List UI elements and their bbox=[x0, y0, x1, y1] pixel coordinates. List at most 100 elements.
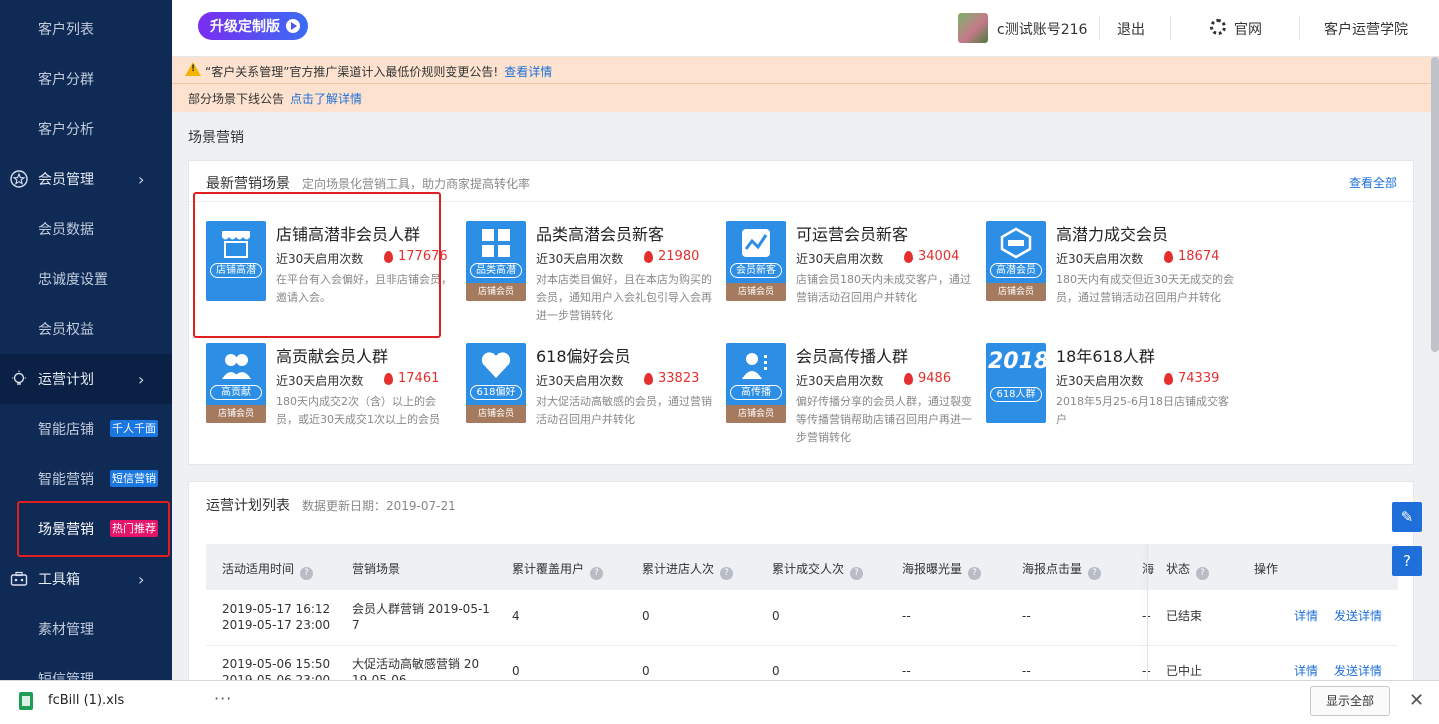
usage-label: 近30天启用次数 bbox=[1056, 252, 1144, 266]
fire-icon bbox=[1164, 373, 1173, 385]
sidebar-group-toolbox[interactable]: 工具箱 › bbox=[0, 554, 172, 604]
update-date: 数据更新日期：2019-07-21 bbox=[302, 499, 456, 513]
download-filename[interactable]: fcBill (1).xls bbox=[48, 693, 124, 708]
scene-tag: 618人群 bbox=[990, 387, 1042, 402]
column-header: 海 bbox=[1142, 562, 1155, 576]
logout-link[interactable]: 退出 bbox=[1117, 19, 1145, 39]
share-person-icon bbox=[742, 353, 767, 379]
sidebar-item-sms-management[interactable]: 短信管理 bbox=[0, 654, 172, 680]
fire-icon bbox=[644, 373, 653, 385]
sidebar-item-loyalty-settings[interactable]: 忠诚度设置 bbox=[0, 254, 172, 304]
row-visit: 0 bbox=[642, 609, 650, 623]
help-icon[interactable]: ? bbox=[1392, 546, 1422, 576]
help-icon[interactable]: ? bbox=[850, 567, 864, 580]
scene-tag: 618偏好 bbox=[470, 385, 522, 400]
avatar[interactable] bbox=[958, 13, 988, 43]
fire-icon bbox=[384, 373, 393, 385]
scene-tag: 高潜会员 bbox=[990, 263, 1042, 278]
scene-description: 180天内成交2次（含）以上的会员，或近30天成交1次以上的会员 bbox=[276, 395, 440, 426]
highlight-box bbox=[17, 501, 170, 557]
notice-text: “客户关系管理”官方推广渠道计入最低价规则变更公告! bbox=[205, 65, 499, 79]
scene-card[interactable]: 高潜会员 店铺会员 高潜力成交会员 近30天启用次数 18674 180天内有成交但近30… bbox=[986, 221, 1236, 331]
scene-card[interactable]: 品类高潜 店铺会员 品类高潜会员新客 近30天启用次数 21980 对本店类目偏好，且在本… bbox=[466, 221, 716, 331]
close-icon[interactable]: ✕ bbox=[1409, 690, 1424, 711]
sidebar-item-label: 客户分析 bbox=[38, 122, 94, 138]
notice-bar: 部分场景下线公告 点击了解详情 bbox=[172, 84, 1439, 112]
scene-card[interactable]: 高贡献 店铺会员 高贡献会员人群 近30天启用次数 17461 180天内成交2次（含）以… bbox=[206, 343, 456, 453]
fire-icon bbox=[1164, 251, 1173, 263]
scene-card[interactable]: 618偏好 店铺会员 618偏好会员 近30天启用次数 33823 对大促活动高敏感的会员… bbox=[466, 343, 716, 453]
sidebar-item-smart-store[interactable]: 智能店铺 千人千面 bbox=[0, 404, 172, 454]
edit-icon[interactable]: ✎ bbox=[1392, 502, 1422, 532]
upgrade-button[interactable]: 升级定制版 bbox=[198, 12, 308, 40]
year-2018-icon: 2018 618人群 bbox=[986, 343, 1046, 423]
sidebar-item-label: 会员权益 bbox=[38, 322, 94, 338]
usage-count: 33823 bbox=[658, 371, 700, 386]
sidebar-item-customer-analysis[interactable]: 客户分析 bbox=[0, 104, 172, 154]
scene-name: 18年618人群 bbox=[1056, 347, 1155, 366]
sidebar-group-operation-plan[interactable]: 运营计划 › bbox=[0, 354, 172, 404]
column-header: 海报曝光量? bbox=[902, 560, 982, 580]
sidebar-item-customer-list[interactable]: 客户列表 bbox=[0, 4, 172, 54]
help-icon[interactable]: ? bbox=[1196, 567, 1210, 580]
usage-count: 9486 bbox=[918, 371, 952, 386]
help-icon[interactable]: ? bbox=[968, 567, 982, 580]
notice-detail-link[interactable]: 查看详情 bbox=[504, 65, 552, 79]
detail-link[interactable]: 详情 bbox=[1294, 608, 1318, 624]
row-clicks: -- bbox=[1022, 664, 1031, 678]
help-icon[interactable]: ? bbox=[300, 567, 314, 580]
usage-count: 34004 bbox=[918, 249, 960, 264]
category-grid-icon: 品类高潜 店铺会员 bbox=[466, 221, 526, 301]
card-title: 运营计划列表 bbox=[206, 498, 290, 514]
sidebar-item-member-benefits[interactable]: 会员权益 bbox=[0, 304, 172, 354]
row-visit: 0 bbox=[642, 664, 650, 678]
sidebar-item-member-data[interactable]: 会员数据 bbox=[0, 204, 172, 254]
table-header: 活动适用时间? 营销场景 累计覆盖用户? 累计进店人次? 累计成交人次? 海报曝… bbox=[206, 544, 1398, 590]
sidebar-item-label: 短信管理 bbox=[38, 672, 94, 680]
divider bbox=[1099, 16, 1100, 40]
file-icon bbox=[19, 692, 33, 710]
sidebar-item-label: 会员数据 bbox=[38, 222, 94, 238]
account-name[interactable]: c测试账号216 bbox=[997, 19, 1087, 39]
sidebar-item-label: 客户分群 bbox=[38, 72, 94, 88]
scene-foot-label: 店铺会员 bbox=[726, 283, 786, 301]
scene-card[interactable]: 会员新客 店铺会员 可运营会员新客 近30天启用次数 34004 店铺会员180天内未成交… bbox=[726, 221, 976, 331]
row-clicks: -- bbox=[1022, 609, 1031, 623]
show-all-button[interactable]: 显示全部 bbox=[1310, 686, 1390, 716]
send-detail-link[interactable]: 发送详情 bbox=[1334, 608, 1382, 624]
card-subtitle: 定向场景化营销工具，助力商家提高转化率 bbox=[302, 177, 531, 191]
sidebar-group-member-management[interactable]: 会员管理 › bbox=[0, 154, 172, 204]
notice-text: 部分场景下线公告 bbox=[188, 92, 285, 106]
academy-link[interactable]: 客户运营学院 bbox=[1324, 19, 1408, 39]
scene-description: 偏好传播分享的会员人群，通过裂变等传播营销帮助店铺召回用户再进一步营销转化 bbox=[796, 395, 972, 444]
usage-label: 近30天启用次数 bbox=[796, 374, 884, 388]
help-icon[interactable]: ? bbox=[720, 567, 734, 580]
scrollbar[interactable] bbox=[1431, 57, 1439, 352]
sidebar-item-label: 客户列表 bbox=[38, 22, 94, 38]
help-icon[interactable]: ? bbox=[590, 567, 604, 580]
scene-card[interactable]: 2018 618人群 18年618人群 近30天启用次数 74339 2018年5月25-… bbox=[986, 343, 1236, 453]
scene-card[interactable]: 高传播 店铺会员 会员高传播人群 近30天启用次数 9486 偏好传播分享的会员人群，通过… bbox=[726, 343, 976, 453]
sidebar-item-material-management[interactable]: 素材管理 bbox=[0, 604, 172, 654]
chevron-right-icon: › bbox=[138, 169, 145, 189]
notice-detail-link[interactable]: 点击了解详情 bbox=[290, 92, 362, 106]
sidebar-item-label: 素材管理 bbox=[38, 622, 94, 638]
scene-description: 对本店类目偏好，且在本店为购买的会员，通知用户入会礼包引导入会再进一步营销转化 bbox=[536, 273, 712, 322]
send-detail-link[interactable]: 发送详情 bbox=[1334, 663, 1382, 679]
column-header: 操作 bbox=[1254, 562, 1279, 576]
sidebar-item-customer-groups[interactable]: 客户分群 bbox=[0, 54, 172, 104]
row-exposure: -- bbox=[902, 664, 911, 678]
help-icon[interactable]: ? bbox=[1088, 567, 1102, 580]
detail-link[interactable]: 详情 bbox=[1294, 663, 1318, 679]
scene-name: 可运营会员新客 bbox=[796, 225, 909, 244]
usage-label: 近30天启用次数 bbox=[276, 374, 364, 388]
column-header: 活动适用时间? bbox=[222, 560, 314, 580]
column-header: 累计成交人次? bbox=[772, 560, 864, 580]
row-deal: 0 bbox=[772, 609, 780, 623]
view-all-link[interactable]: 查看全部 bbox=[1349, 174, 1397, 191]
upgrade-label: 升级定制版 bbox=[210, 19, 280, 35]
more-icon[interactable]: ··· bbox=[214, 689, 232, 708]
sidebar-item-label: 忠诚度设置 bbox=[38, 272, 108, 288]
official-site-link[interactable]: 官网 bbox=[1234, 19, 1262, 39]
sidebar-item-smart-marketing[interactable]: 智能营销 短信营销 bbox=[0, 454, 172, 504]
